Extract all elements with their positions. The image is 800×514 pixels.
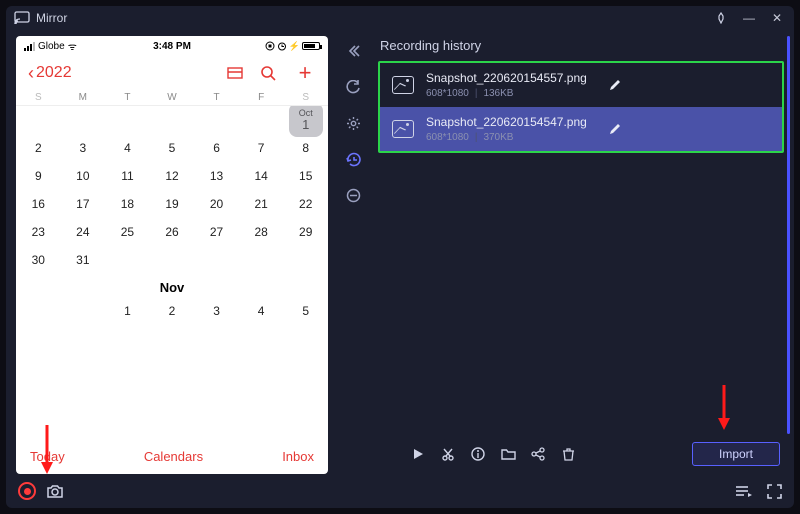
alarm-icon [277, 41, 287, 51]
calendar-day[interactable]: 25 [105, 218, 150, 246]
calendar-day[interactable]: 4 [105, 134, 150, 162]
today-button[interactable]: Today [30, 449, 65, 464]
wifi-icon: ᯤ [68, 39, 77, 53]
add-event-icon[interactable]: + [294, 60, 316, 86]
cut-icon[interactable] [438, 444, 458, 464]
day-of-week-header: SMTWTFS [16, 90, 328, 106]
calendar-day[interactable]: 2 [150, 297, 195, 325]
calendar-day[interactable]: 24 [61, 218, 106, 246]
calendar-day[interactable]: 14 [239, 162, 284, 190]
recording-item[interactable]: Snapshot_220620154557.png 608*1080|136KB [380, 63, 782, 107]
panel-title: Recording history [378, 36, 784, 61]
calendar-day[interactable]: 9 [16, 162, 61, 190]
play-icon[interactable] [408, 444, 428, 464]
pin-button[interactable] [712, 9, 730, 27]
image-icon [392, 120, 414, 138]
calendar-day[interactable]: 3 [194, 297, 239, 325]
calendar-day[interactable]: 16 [16, 190, 61, 218]
phone-time: 3:48 PM [153, 41, 191, 52]
import-button[interactable]: Import [692, 442, 780, 466]
settings-icon[interactable] [342, 112, 364, 134]
calendar-day[interactable]: 7 [239, 134, 284, 162]
side-rail [336, 36, 370, 474]
calendar-day[interactable]: 27 [194, 218, 239, 246]
calendar-day[interactable]: 28 [239, 218, 284, 246]
mirror-view: Globeᯤ 3:48 PM ⚡ ‹2022 + SMTW [16, 36, 328, 474]
edit-icon[interactable] [609, 79, 621, 91]
app-title: Mirror [36, 11, 67, 25]
calendar-day[interactable]: 17 [61, 190, 106, 218]
calendar-day[interactable]: 12 [150, 162, 195, 190]
image-icon [392, 76, 414, 94]
fullscreen-icon[interactable] [767, 484, 782, 499]
calendar-day[interactable]: 29 [283, 218, 328, 246]
recording-item[interactable]: Snapshot_220620154547.png 608*1080|370KB [380, 107, 782, 151]
calendar-day[interactable]: 15 [283, 162, 328, 190]
calendar-day[interactable]: 5 [283, 297, 328, 325]
folder-icon[interactable] [498, 444, 518, 464]
recording-name: Snapshot_220620154557.png [426, 71, 587, 85]
record-button[interactable] [18, 482, 36, 500]
info-icon[interactable] [468, 444, 488, 464]
history-icon[interactable] [342, 148, 364, 170]
edit-icon[interactable] [609, 123, 621, 135]
calendar-day[interactable]: 30 [16, 246, 61, 274]
calendar-day[interactable]: 8 [283, 134, 328, 162]
calendar-day[interactable]: 31 [61, 246, 106, 274]
calendar-day[interactable]: Oct1 [283, 106, 328, 134]
calendar-day[interactable]: 18 [105, 190, 150, 218]
recording-list: Snapshot_220620154557.png608*1080|136KBS… [378, 61, 784, 153]
share-icon[interactable] [528, 444, 548, 464]
list-view-icon[interactable] [226, 66, 248, 80]
month-label: Nov [16, 274, 328, 297]
calendar-day[interactable]: 22 [283, 190, 328, 218]
calendar-back-button[interactable]: ‹2022 [28, 63, 72, 84]
phone-statusbar: Globeᯤ 3:48 PM ⚡ [16, 36, 328, 56]
scrollbar[interactable] [787, 36, 790, 434]
orientation-lock-icon [265, 41, 275, 51]
inbox-button[interactable]: Inbox [282, 449, 314, 464]
calendar-day[interactable]: 6 [194, 134, 239, 162]
recording-history-panel: Recording history Snapshot_220620154557.… [378, 36, 784, 474]
search-icon[interactable] [260, 65, 282, 81]
calendar-day[interactable]: 19 [150, 190, 195, 218]
refresh-icon[interactable] [342, 76, 364, 98]
calendar-day[interactable]: 11 [105, 162, 150, 190]
minimize-button[interactable]: — [740, 9, 758, 27]
recording-meta: 608*1080|136KB [426, 88, 587, 99]
snapshot-button[interactable] [46, 484, 64, 499]
calendar-day[interactable]: 4 [239, 297, 284, 325]
recording-meta: 608*1080|370KB [426, 132, 587, 143]
calendar-day[interactable]: 20 [194, 190, 239, 218]
calendar-day[interactable]: 1 [105, 297, 150, 325]
battery-icon [302, 42, 320, 50]
calendar-day[interactable]: 10 [61, 162, 106, 190]
collapse-icon[interactable] [342, 40, 364, 62]
cast-icon [14, 11, 30, 25]
calendar-day[interactable]: 13 [194, 162, 239, 190]
remove-icon[interactable] [342, 184, 364, 206]
playlist-icon[interactable] [735, 484, 753, 499]
calendars-button[interactable]: Calendars [65, 449, 282, 464]
calendar-day[interactable]: 5 [150, 134, 195, 162]
calendar-day[interactable]: 2 [16, 134, 61, 162]
carrier-label: Globe [38, 41, 65, 52]
close-button[interactable]: ✕ [768, 9, 786, 27]
recording-name: Snapshot_220620154547.png [426, 115, 587, 129]
calendar-day[interactable]: 23 [16, 218, 61, 246]
calendar-day[interactable]: 3 [61, 134, 106, 162]
calendar-day[interactable]: 21 [239, 190, 284, 218]
delete-icon[interactable] [558, 444, 578, 464]
calendar-day[interactable]: 26 [150, 218, 195, 246]
